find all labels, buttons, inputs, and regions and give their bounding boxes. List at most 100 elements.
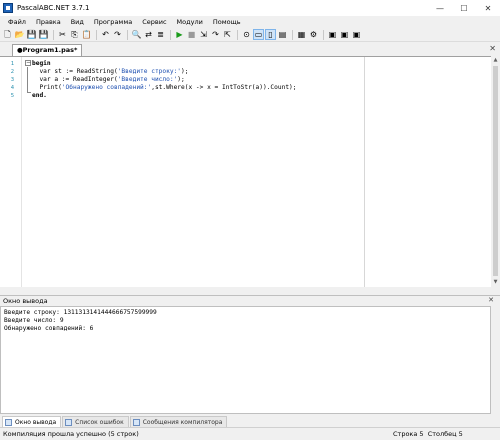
menu-item-3[interactable]: Программа: [89, 16, 137, 28]
string-literal: 'Обнаружено совпадений:': [61, 84, 152, 91]
status-message: Компиляция прошла успешно (5 строк): [3, 430, 139, 438]
code-editor[interactable]: − 1 begin 2 var st := ReadString('Введите …: [0, 56, 491, 287]
bottom-tab-1[interactable]: Список ошибок: [62, 416, 129, 427]
output-vertical-scrollbar[interactable]: [491, 306, 500, 414]
maximize-button[interactable]: ☐: [452, 0, 476, 16]
toolbar-separator: [53, 29, 54, 40]
code-token: var a := ReadInteger(: [32, 76, 118, 83]
breakpoint-icon[interactable]: ⊙: [241, 29, 252, 40]
status-bar: Компиляция прошла успешно (5 строк) Стро…: [0, 427, 500, 440]
window-c-icon[interactable]: ▣: [351, 29, 362, 40]
settings-icon[interactable]: ⚙: [308, 29, 319, 40]
editor-vertical-scrollbar[interactable]: ▲ ▼: [491, 56, 500, 287]
view-split-horizontal-icon[interactable]: ▭: [253, 29, 264, 40]
menu-item-6[interactable]: Помощь: [208, 16, 246, 28]
close-button[interactable]: ✕: [476, 0, 500, 16]
panel-tab-icon: [5, 418, 12, 426]
fold-end-marker: [27, 92, 31, 93]
view-split-vertical-icon[interactable]: ▯: [265, 29, 276, 40]
run-icon[interactable]: ▶: [174, 29, 185, 40]
redo-icon[interactable]: ↷: [112, 29, 123, 40]
line-number: 1: [10, 61, 14, 67]
app-icon: [3, 3, 13, 13]
line-number-gutter: [0, 57, 22, 287]
right-margin-guide: [364, 57, 365, 287]
editor-horizontal-scrollbar[interactable]: [0, 287, 491, 295]
code-line: end.: [32, 92, 47, 99]
cursor-position: Строка 5 Столбец 5: [393, 430, 463, 438]
toolbar: 🗋 📂 💾 💾 ✂ ⎘ 📋 ↶ ↷ 🔍 ⇄ ≣ ▶ ■ ⇲ ↷ ⇱ ⊙ ▭ ▯ ▤ ▦ ⚙ ▣ ▣ ▣: [0, 28, 500, 42]
toolbar-separator: [237, 29, 238, 40]
line-number: 5: [10, 93, 14, 99]
copy-icon[interactable]: ⎘: [69, 29, 80, 40]
toolbar-separator: [323, 29, 324, 40]
keyword: begin: [32, 60, 51, 67]
bottom-tab-0[interactable]: Окно вывода: [2, 416, 62, 427]
code-token: ,st.Where(x -> x = IntToStr(a)).Count);: [151, 84, 297, 91]
bottom-tab-label: Сообщения компилятора: [142, 418, 223, 426]
output-console[interactable]: Введите строку: 131131314144466675759999…: [0, 306, 491, 414]
toolbar-separator: [170, 29, 171, 40]
menu-item-5[interactable]: Модули: [172, 16, 208, 28]
scroll-up-arrow-icon[interactable]: ▲: [492, 57, 499, 64]
editor-scroll-thumb[interactable]: [493, 66, 498, 276]
tab-program1[interactable]: ●Program1.pas*: [12, 44, 83, 56]
step-into-icon[interactable]: ⇲: [198, 29, 209, 40]
window-title: PascalABC.NET 3.7.1: [17, 4, 90, 12]
output-line: Введите число: 9: [4, 317, 64, 324]
menu-item-4[interactable]: Сервис: [137, 16, 171, 28]
paste-icon[interactable]: 📋: [81, 29, 92, 40]
output-line: Обнаружено совпадений: 6: [4, 325, 94, 332]
search-icon[interactable]: 🔍: [131, 29, 142, 40]
open-folder-icon[interactable]: 📂: [14, 29, 25, 40]
undo-icon[interactable]: ↶: [100, 29, 111, 40]
title-bar: PascalABC.NET 3.7.1 — ☐ ✕: [0, 0, 500, 16]
cut-icon[interactable]: ✂: [57, 29, 68, 40]
form-designer-icon[interactable]: ▦: [296, 29, 307, 40]
editor-tab-strip: ●Program1.pas* ✕: [0, 43, 500, 56]
toolbar-separator: [292, 29, 293, 40]
toolbar-separator: [127, 29, 128, 40]
step-out-icon[interactable]: ⇱: [222, 29, 233, 40]
keyword: end.: [32, 92, 47, 99]
line-number: 4: [10, 85, 14, 91]
menu-bar: Файл Правка Вид Программа Сервис Модули Помощь: [0, 16, 500, 28]
menu-item-2[interactable]: Вид: [66, 16, 89, 28]
output-pane-title: Окно вывода: [3, 297, 48, 305]
string-literal: 'Введите число:': [117, 76, 178, 83]
output-pane-header: Окно вывода ✕: [0, 295, 500, 306]
window-a-icon[interactable]: ▣: [327, 29, 338, 40]
line-number: 3: [10, 77, 14, 83]
code-line: begin: [32, 60, 51, 67]
bottom-tab-label: Окно вывода: [15, 418, 57, 426]
step-over-icon[interactable]: ↷: [210, 29, 221, 40]
code-token: );: [181, 68, 189, 75]
format-code-icon[interactable]: ≣: [155, 29, 166, 40]
panel-tab-icon: [132, 418, 140, 426]
line-number: 2: [10, 69, 14, 75]
close-output-pane-icon[interactable]: ✕: [488, 296, 494, 304]
column-label: Столбец: [427, 430, 457, 438]
menu-item-1[interactable]: Правка: [31, 16, 66, 28]
replace-icon[interactable]: ⇄: [143, 29, 154, 40]
column-value: 5: [458, 430, 463, 438]
code-token: var st := ReadString(: [32, 68, 118, 75]
fold-guide-line: [27, 67, 28, 92]
stop-icon[interactable]: ■: [186, 29, 197, 40]
row-label: Строка: [393, 430, 418, 438]
bottom-tab-2[interactable]: Сообщения компилятора: [129, 416, 228, 427]
save-icon[interactable]: 💾: [26, 29, 37, 40]
minimize-button[interactable]: —: [428, 0, 452, 16]
close-tab-icon[interactable]: ✕: [489, 44, 496, 53]
fold-collapse-icon[interactable]: −: [25, 60, 31, 66]
bottom-panel-tabs: Окно вывода Список ошибок Сообщения компил…: [0, 415, 500, 427]
code-token: );: [177, 76, 185, 83]
new-file-icon[interactable]: 🗋: [2, 29, 13, 40]
output-window-icon[interactable]: ▤: [277, 29, 288, 40]
scroll-down-arrow-icon[interactable]: ▼: [492, 279, 499, 286]
code-line: var a := ReadInteger('Введите число:');: [32, 76, 185, 83]
window-b-icon[interactable]: ▣: [339, 29, 350, 40]
row-value: 5: [419, 430, 424, 438]
save-all-icon[interactable]: 💾: [38, 29, 49, 40]
menu-item-0[interactable]: Файл: [3, 16, 31, 28]
